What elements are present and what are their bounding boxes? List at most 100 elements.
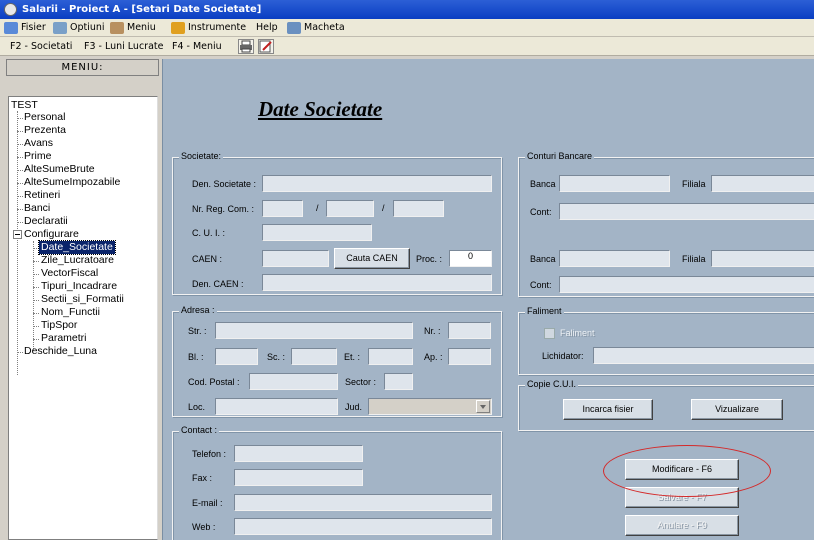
- lichidator-label: Lichidator:: [542, 351, 584, 361]
- cont-2-input[interactable]: [559, 276, 814, 293]
- toolbar: F2 - Societati F3 - Luni Lucrate F4 - Me…: [0, 37, 814, 56]
- sc-input[interactable]: [291, 348, 337, 365]
- tree-item-vectorfiscal[interactable]: VectorFiscal: [41, 267, 98, 280]
- sector-input[interactable]: [384, 373, 413, 390]
- tree-item-date-societate[interactable]: Date_Societate: [38, 240, 116, 255]
- web-label: Web :: [192, 522, 216, 532]
- banca-1-input[interactable]: [559, 175, 670, 192]
- tree-item-personal[interactable]: Personal: [24, 111, 65, 124]
- reg-com-part3-input[interactable]: [393, 200, 444, 217]
- anulare-button[interactable]: Anulare - F9: [625, 515, 739, 536]
- nr-input[interactable]: [448, 322, 491, 339]
- sidebar-header: MENIU:: [6, 59, 159, 76]
- web-input[interactable]: [234, 518, 492, 535]
- filiala-1-label: Filiala: [682, 179, 706, 189]
- vizualizare-button[interactable]: Vizualizare: [691, 399, 783, 420]
- jud-label: Jud.: [345, 402, 363, 412]
- jud-select[interactable]: [368, 398, 492, 415]
- ap-input[interactable]: [448, 348, 491, 365]
- reg-com-part2-input[interactable]: [326, 200, 374, 217]
- collapse-toggle-icon[interactable]: [13, 230, 22, 239]
- tree-item-configurare[interactable]: Configurare: [24, 228, 79, 241]
- menu-help[interactable]: Help: [256, 21, 278, 35]
- email-input[interactable]: [234, 494, 492, 511]
- banca-2-input[interactable]: [559, 250, 670, 267]
- sector-label: Sector :: [345, 377, 377, 387]
- tree-item-parametri[interactable]: Parametri: [41, 332, 87, 345]
- et-input[interactable]: [368, 348, 413, 365]
- tree-item-avans[interactable]: Avans: [24, 137, 53, 150]
- tree-item-nom-functii[interactable]: Nom_Functii: [41, 306, 100, 319]
- tree-item-retineri[interactable]: Retineri: [24, 189, 60, 202]
- den-societate-input[interactable]: [262, 175, 492, 192]
- bl-label: Bl. :: [188, 352, 204, 362]
- cont-1-input[interactable]: [559, 203, 814, 220]
- tree-item-tipuri-incadrare[interactable]: Tipuri_Incadrare: [41, 280, 117, 293]
- faliment-group: Faliment Faliment Lichidator:: [518, 306, 814, 375]
- toolbar-f2-societati[interactable]: F2 - Societati: [10, 40, 72, 54]
- telefon-input[interactable]: [234, 445, 363, 462]
- loc-input[interactable]: [215, 398, 338, 415]
- proc-input[interactable]: 0: [449, 250, 492, 267]
- incarca-fisier-button[interactable]: Incarca fisier: [563, 399, 653, 420]
- cui-input[interactable]: [262, 224, 372, 241]
- loc-label: Loc.: [188, 402, 206, 412]
- tools-icon: [171, 21, 185, 34]
- options-icon: [53, 21, 67, 34]
- cod-postal-input[interactable]: [249, 373, 338, 390]
- den-caen-input[interactable]: [262, 274, 492, 291]
- tree-item-prezenta[interactable]: Prezenta: [24, 124, 66, 137]
- email-label: E-mail :: [192, 498, 223, 508]
- tree-item-altesumebrute[interactable]: AlteSumeBrute: [24, 163, 95, 176]
- proc-label: Proc. :: [416, 254, 443, 264]
- tree-item-zile-lucratoare[interactable]: Zile_Lucratoare: [41, 254, 114, 267]
- sc-label: Sc. :: [267, 352, 286, 362]
- fax-input[interactable]: [234, 469, 363, 486]
- copie-cui-group: Copie C.U.I. Incarca fisier Vizualizare: [518, 379, 814, 431]
- et-label: Et. :: [344, 352, 361, 362]
- menu-macheta[interactable]: Macheta: [287, 21, 345, 35]
- menu-meniu[interactable]: Meniu: [110, 21, 156, 35]
- tree-item-sectii-si-formatii[interactable]: Sectii_si_Formatii: [41, 293, 124, 306]
- societate-group: Societate: Den. Societate : Nr. Reg. Com…: [172, 151, 502, 295]
- telefon-label: Telefon :: [192, 449, 227, 459]
- highlight-ellipse: [603, 445, 771, 497]
- tree-item-altesumeimpozabile[interactable]: AlteSumeImpozabile: [24, 176, 120, 189]
- str-label: Str. :: [188, 326, 207, 336]
- cont-1-label: Cont:: [530, 207, 552, 217]
- reg-com-part1-input[interactable]: [262, 200, 303, 217]
- chevron-down-icon[interactable]: [476, 400, 490, 413]
- edit-form-icon[interactable]: [258, 39, 274, 54]
- nr-reg-com-label: Nr. Reg. Com. :: [192, 204, 255, 214]
- printer-icon[interactable]: [238, 39, 254, 54]
- app-icon[interactable]: [4, 3, 17, 16]
- toolbar-f3-luni-lucrate[interactable]: F3 - Luni Lucrate: [84, 40, 163, 54]
- menu-fisier[interactable]: Fisier: [4, 21, 46, 35]
- lichidator-input[interactable]: [593, 347, 814, 364]
- menu-instrumente[interactable]: Instrumente: [171, 21, 246, 35]
- filiala-1-input[interactable]: [711, 175, 814, 192]
- toolbar-f4-meniu[interactable]: F4 - Meniu: [172, 40, 222, 54]
- navigation-tree[interactable]: TEST Personal Prezenta Avans Prime AlteS…: [8, 96, 158, 540]
- tree-item-tipspor[interactable]: TipSpor: [41, 319, 77, 332]
- tree-item-prime[interactable]: Prime: [24, 150, 51, 163]
- sidebar: MENIU: TEST Personal Prezenta Avans Prim…: [6, 59, 159, 540]
- banca-2-label: Banca: [530, 254, 556, 264]
- tree-item-deschide-luna[interactable]: Deschide_Luna: [24, 345, 97, 358]
- pencil-icon: [110, 21, 124, 34]
- caen-label: CAEN :: [192, 254, 223, 264]
- tree-item-banci[interactable]: Banci: [24, 202, 50, 215]
- tree-item-declaratii[interactable]: Declaratii: [24, 215, 68, 228]
- str-input[interactable]: [215, 322, 413, 339]
- faliment-checkbox[interactable]: [544, 328, 555, 339]
- nr-label: Nr. :: [424, 326, 441, 336]
- cauta-caen-button[interactable]: Cauta CAEN: [334, 248, 410, 269]
- bl-input[interactable]: [215, 348, 258, 365]
- banca-1-label: Banca: [530, 179, 556, 189]
- fax-label: Fax :: [192, 473, 213, 483]
- title-bar: Salarii - Proiect A - [Setari Date Socie…: [0, 0, 814, 19]
- caen-input[interactable]: [262, 250, 329, 267]
- cont-2-label: Cont:: [530, 280, 552, 290]
- menu-optiuni[interactable]: Optiuni: [53, 21, 105, 35]
- filiala-2-input[interactable]: [711, 250, 814, 267]
